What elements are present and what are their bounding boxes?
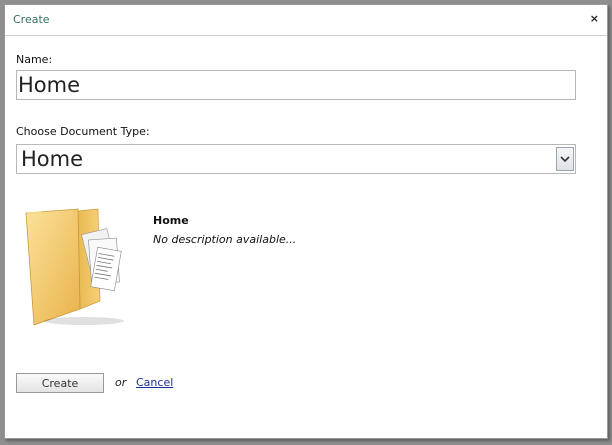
dialog-titlebar: Create × (5, 5, 607, 36)
chevron-down-icon[interactable] (556, 147, 574, 171)
cancel-link[interactable]: Cancel (136, 376, 173, 389)
folder-icon (20, 205, 130, 333)
doctype-preview-title: Home (153, 214, 189, 227)
create-dialog: Create × Name: Choose Document Type: Hom… (4, 4, 608, 439)
close-icon[interactable]: × (590, 13, 599, 24)
dialog-title: Create (13, 13, 50, 26)
create-button[interactable]: Create (16, 373, 104, 393)
name-input[interactable] (16, 70, 576, 100)
or-text: or (115, 376, 127, 389)
doctype-label: Choose Document Type: (16, 125, 150, 138)
doctype-preview-description: No description available... (153, 233, 297, 246)
name-label: Name: (16, 53, 53, 66)
doctype-select[interactable]: Home (16, 144, 576, 174)
doctype-selected-value: Home (21, 147, 84, 171)
